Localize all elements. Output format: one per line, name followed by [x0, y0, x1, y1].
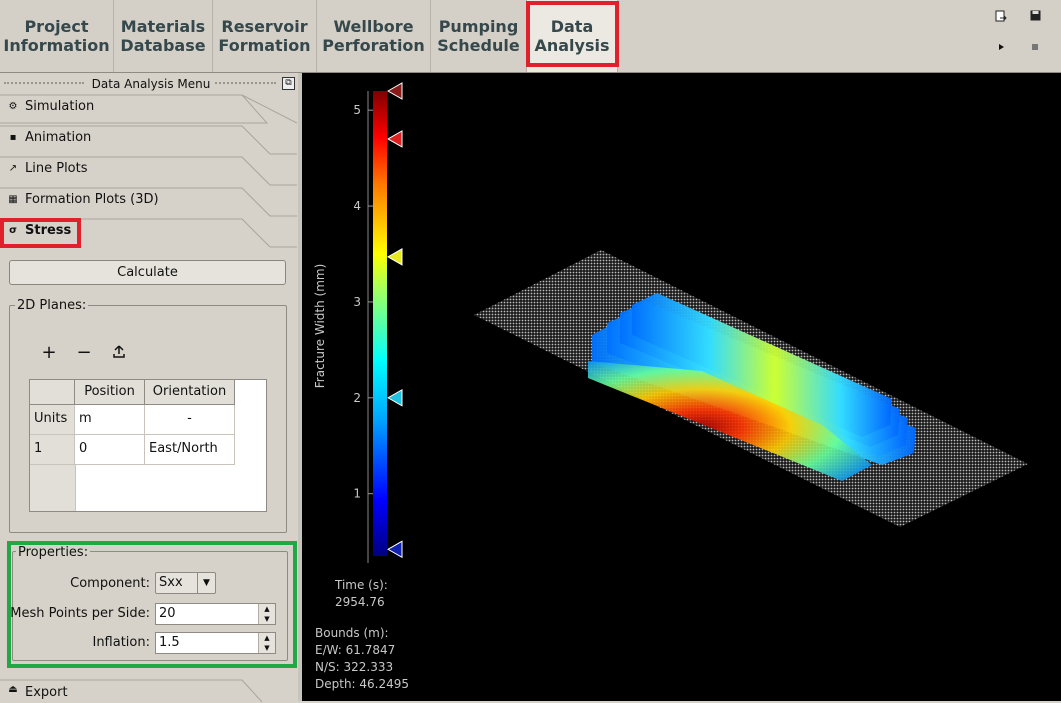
grid-icon: ▦ [8, 194, 18, 205]
tab-data-analysis[interactable]: Data Analysis [527, 0, 618, 72]
play-icon[interactable] [994, 42, 1008, 56]
colorbar-marker[interactable] [386, 388, 403, 407]
colorbar-marker[interactable] [386, 540, 403, 559]
inflation-spinbox[interactable]: 1.5 ▲ ▼ [155, 632, 276, 654]
component-select-value: Sxx [159, 575, 183, 590]
tab-label-line1: Pumping [438, 17, 519, 36]
inflation-label: Inflation: [92, 635, 150, 650]
tab-materials-database[interactable]: Materials Database [114, 0, 213, 72]
table-cell[interactable]: East/North [145, 435, 235, 465]
menu-title: Data Analysis Menu [0, 77, 302, 93]
row-header-units: Units [30, 405, 75, 435]
stop-icon[interactable] [1028, 42, 1042, 56]
table-corner [30, 380, 75, 405]
menu-item-label: Export [25, 685, 68, 700]
tab-label-line2: Formation [218, 36, 311, 55]
time-value: 2954.76 [335, 595, 385, 609]
viewport-canvas[interactable]: 1 2 3 4 5 Fracture Width (mm) [302, 73, 1061, 701]
menu-item-label: Stress [25, 223, 72, 238]
colorbar-marker[interactable] [386, 248, 403, 266]
mesh-points-value: 20 [159, 606, 176, 621]
mesh-points-spinbox[interactable]: 20 ▲ ▼ [155, 603, 276, 625]
tab-label-line2: Database [120, 36, 206, 55]
undock-icon[interactable]: ⧉ [282, 77, 295, 90]
colorbar-tick-label: 4 [353, 199, 361, 213]
data-analysis-menu-panel: Data Analysis Menu ⧉ ⚙ Simulation ▪ Anim… [0, 73, 302, 703]
add-plane-icon[interactable]: + [39, 343, 59, 363]
component-select[interactable]: Sxx ▼ [155, 572, 216, 594]
tab-label-line1: Reservoir [221, 17, 308, 36]
spin-arrows-icon[interactable]: ▲ ▼ [258, 604, 275, 624]
tab-label-line1: Wellbore [333, 17, 414, 36]
tab-wellbore-perforation[interactable]: Wellbore Perforation [317, 0, 431, 72]
column-header-position[interactable]: Position [75, 380, 145, 405]
chevron-down-icon: ▼ [197, 573, 215, 593]
sigma-icon: σ [9, 225, 17, 236]
tab-label-line2: Analysis [534, 36, 610, 55]
menu-item-simulation[interactable]: ⚙ Simulation [0, 93, 297, 124]
colorbar-tick-label: 1 [353, 487, 361, 501]
tab-label-line2: Perforation [322, 36, 425, 55]
colorbar-ticks: 1 2 3 4 5 [353, 103, 373, 501]
export-tray-icon: ⏏ [8, 684, 18, 695]
tab-label-line2: Information [3, 36, 110, 55]
spin-arrows-icon[interactable]: ▲ ▼ [258, 633, 275, 653]
colorbar-tick-label: 2 [353, 391, 361, 405]
component-label: Component: [70, 576, 150, 591]
tab-label-line1: Project [24, 17, 89, 36]
table-cell[interactable]: 0 [75, 435, 145, 465]
tab-project-information[interactable]: Project Information [0, 0, 114, 72]
row-header-1[interactable]: 1 [30, 435, 75, 465]
colorbar-tick-label: 3 [353, 295, 361, 309]
menu-item-animation[interactable]: ▪ Animation [0, 124, 297, 155]
colorbar-label: Fracture Width (mm) [313, 264, 327, 389]
3d-viewport[interactable]: 1 2 3 4 5 Fracture Width (mm) Time (s): 2954… [302, 73, 1061, 701]
bounds-label: Bounds (m): [315, 626, 389, 640]
menu-item-label: Formation Plots (3D) [25, 192, 159, 207]
export-icon[interactable] [994, 10, 1008, 24]
menu-item-label: Simulation [25, 99, 95, 114]
calculate-button[interactable]: Calculate [9, 260, 286, 285]
time-label: Time (s): [335, 578, 388, 592]
inflation-value: 1.5 [159, 635, 180, 650]
planes-table: Position Orientation Units m - 1 0 East/… [29, 379, 267, 512]
film-icon: ▪ [9, 132, 17, 143]
colorbar-marker[interactable] [386, 130, 403, 148]
menu-item-line-plots[interactable]: ↗ Line Plots [0, 155, 297, 186]
colorbar-marker[interactable] [386, 82, 403, 100]
colorbar-tick-label: 5 [353, 103, 361, 117]
line-chart-icon: ↗ [8, 163, 18, 174]
bounds-depth: Depth: 46.2495 [315, 677, 410, 691]
menu-title-text: Data Analysis Menu [87, 77, 215, 91]
menu-item-formation-plots[interactable]: ▦ Formation Plots (3D) [0, 186, 297, 217]
tab-pumping-schedule[interactable]: Pumping Schedule [431, 0, 527, 72]
row-header-empty [30, 465, 76, 511]
table-cell[interactable]: - [145, 405, 235, 435]
menu-item-label: Line Plots [25, 161, 88, 176]
bounds-ns: N/S: 322.333 [315, 660, 394, 674]
tab-reservoir-formation[interactable]: Reservoir Formation [213, 0, 317, 72]
gear-icon: ⚙ [8, 101, 18, 112]
menu-item-label: Animation [25, 130, 92, 145]
menu-item-export[interactable]: ⏏ Export [0, 672, 297, 703]
tab-label-line1: Materials [120, 17, 206, 36]
column-header-orientation[interactable]: Orientation [145, 380, 235, 405]
planes-group-title: 2D Planes: [15, 298, 89, 313]
mesh-points-label: Mesh Points per Side: [10, 606, 150, 621]
upload-icon[interactable] [109, 343, 129, 363]
save-icon[interactable] [1028, 10, 1042, 24]
colorbar-gradient [373, 91, 387, 556]
bounds-ew: E/W: 61.7847 [315, 643, 396, 657]
tab-label-line2: Schedule [437, 36, 520, 55]
menu-item-stress[interactable]: σ Stress [0, 217, 297, 248]
table-cell[interactable]: m [75, 405, 145, 435]
properties-group-title: Properties: [16, 545, 91, 560]
tab-label-line1: Data [550, 17, 594, 36]
colorbar-markers [386, 82, 403, 559]
main-tab-bar: Project Information Materials Database Res… [0, 0, 1061, 73]
remove-plane-icon[interactable]: − [74, 343, 94, 363]
